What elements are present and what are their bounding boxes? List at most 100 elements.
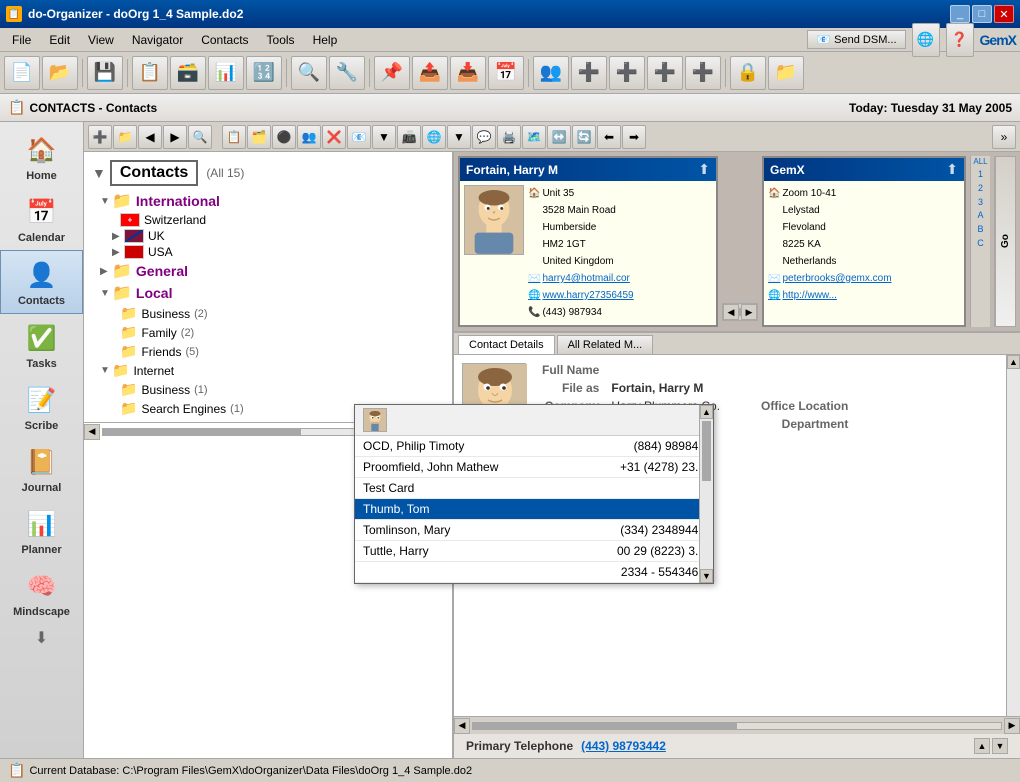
international-toggle[interactable]: ▼ xyxy=(100,196,112,207)
tree-switzerland[interactable]: + Switzerland xyxy=(84,212,452,228)
pin-button[interactable]: 📌 xyxy=(374,56,410,90)
internet-label[interactable]: Internet xyxy=(133,364,174,378)
menu-help[interactable]: Help xyxy=(305,31,346,49)
uk-toggle[interactable]: ▶ xyxy=(112,231,124,242)
stb-chat[interactable]: 💬 xyxy=(472,125,496,149)
menu-contacts[interactable]: Contacts xyxy=(193,31,256,49)
main-hscroll-left[interactable]: ◀ xyxy=(454,718,470,734)
add-contact-btn[interactable]: ➕ xyxy=(571,56,607,90)
internet-business-label[interactable]: Business xyxy=(141,383,190,397)
export-button[interactable]: 📤 xyxy=(412,56,448,90)
sidebar-item-home[interactable]: 🏠 Home xyxy=(0,126,83,188)
menu-edit[interactable]: Edit xyxy=(41,31,78,49)
import-button[interactable]: 📥 xyxy=(450,56,486,90)
menu-tools[interactable]: Tools xyxy=(259,31,303,49)
stb-dot[interactable]: ⚫ xyxy=(272,125,296,149)
alpha-3[interactable]: 3 xyxy=(971,196,990,210)
dropdown-row-test[interactable]: Test Card xyxy=(454,478,713,499)
harry-web-row[interactable]: 🌐 www.harry27356459 xyxy=(528,287,634,304)
family-label[interactable]: Family xyxy=(141,326,176,340)
sidebar-item-mindscape[interactable]: 🧠 Mindscape xyxy=(0,562,83,624)
stb-right-more[interactable]: » xyxy=(992,125,1016,149)
menu-file[interactable]: File xyxy=(4,31,39,49)
stb-refresh[interactable]: 🔄 xyxy=(572,125,596,149)
stb-prev[interactable]: ⬅ xyxy=(597,125,621,149)
dropdown-scroll-down[interactable]: ▼ xyxy=(700,569,713,583)
new-button[interactable]: 📄 xyxy=(4,56,40,90)
open-button[interactable]: 📂 xyxy=(42,56,78,90)
calculator-button[interactable]: 🔢 xyxy=(246,56,282,90)
sidebar-item-scribe[interactable]: 📝 Scribe xyxy=(0,376,83,438)
dropdown-row-tomlinson[interactable]: Tomlinson, Mary (334) 23489442 xyxy=(454,520,713,541)
main-hscroll-right[interactable]: ▶ xyxy=(1004,718,1020,734)
dropdown-row-tuttle[interactable]: Tuttle, Harry 00 29 (8223) 3... xyxy=(454,541,713,562)
nav-more[interactable]: ⬇ xyxy=(0,624,83,652)
search-engines-label[interactable]: Search Engines xyxy=(141,402,226,416)
stb-search[interactable]: 🔍 xyxy=(188,125,212,149)
stb-dropdown2[interactable]: ▼ xyxy=(447,125,471,149)
local-toggle[interactable]: ▼ xyxy=(100,288,112,299)
menu-view[interactable]: View xyxy=(80,31,122,49)
harry-email[interactable]: harry4@hotmail.cor xyxy=(542,270,629,287)
dropdown-row-ocd[interactable]: OCD, Philip Timoty (884) 989845 xyxy=(454,436,713,457)
sidebar-item-planner[interactable]: 📊 Planner xyxy=(0,500,83,562)
contacts-root-label[interactable]: Contacts xyxy=(110,160,198,186)
stb-back[interactable]: ◀ xyxy=(138,125,162,149)
tree-local-header[interactable]: ▼ 📁 Local xyxy=(84,282,452,304)
sidebar-item-tasks[interactable]: ✅ Tasks xyxy=(0,314,83,376)
tree-general-header[interactable]: ▶ 📁 General xyxy=(84,260,452,282)
calendar-btn[interactable]: 📅 xyxy=(488,56,524,90)
stb-view2[interactable]: 🗂️ xyxy=(247,125,271,149)
alpha-A[interactable]: A xyxy=(971,209,990,223)
stb-contacts2[interactable]: 👥 xyxy=(297,125,321,149)
sidebar-item-contacts[interactable]: 👤 Contacts xyxy=(0,250,83,314)
sidebar-item-journal[interactable]: 📔 Journal xyxy=(0,438,83,500)
contacts-btn2[interactable]: 👥 xyxy=(533,56,569,90)
add-btn2[interactable]: ➕ xyxy=(609,56,645,90)
stb-dropdown[interactable]: ▼ xyxy=(372,125,396,149)
general-toggle[interactable]: ▶ xyxy=(100,266,112,277)
sidebar-item-calendar[interactable]: 📅 Calendar xyxy=(0,188,83,250)
menu-navigator[interactable]: Navigator xyxy=(124,31,191,49)
alpha-B[interactable]: B xyxy=(971,223,990,237)
gemx-web-row[interactable]: 🌐 http://www... xyxy=(768,287,892,304)
card-nav-left[interactable]: ◀ xyxy=(723,304,739,320)
alpha-1[interactable]: 1 xyxy=(971,168,990,182)
tree-uk[interactable]: ▶ UK xyxy=(84,228,452,244)
card-nav-right[interactable]: ▶ xyxy=(741,304,757,320)
tab-contact-details[interactable]: Contact Details xyxy=(458,335,555,354)
harry-email-row[interactable]: ✉️ harry4@hotmail.cor xyxy=(528,270,634,287)
stb-contact-del[interactable]: ❌ xyxy=(322,125,346,149)
alpha-2[interactable]: 2 xyxy=(971,182,990,196)
dropdown-row-thumb[interactable]: Thumb, Tom xyxy=(454,499,713,520)
dropdown-scroll-up[interactable]: ▲ xyxy=(700,405,713,419)
tree-international-header[interactable]: ▼ 📁 International xyxy=(84,190,452,212)
maximize-button[interactable]: □ xyxy=(972,5,992,23)
save-button[interactable]: 💾 xyxy=(87,56,123,90)
tree-internet-business[interactable]: 📁 Business (1) xyxy=(84,380,452,399)
international-label[interactable]: International xyxy=(136,193,220,209)
minimize-button[interactable]: _ xyxy=(950,5,970,23)
gemx-web[interactable]: http://www... xyxy=(782,287,836,304)
alpha-C[interactable]: C xyxy=(971,237,990,251)
contacts-root-item[interactable]: ▼ Contacts (All 15) xyxy=(84,156,452,190)
view-cards-button[interactable]: 🗃️ xyxy=(170,56,206,90)
general-label[interactable]: General xyxy=(136,263,188,279)
business-label[interactable]: Business xyxy=(141,307,190,321)
stb-web[interactable]: 🌐 xyxy=(422,125,446,149)
folder-button[interactable]: 📁 xyxy=(768,56,804,90)
switzerland-label[interactable]: Switzerland xyxy=(144,213,206,227)
stb-next[interactable]: ➡ xyxy=(622,125,646,149)
stb-fax[interactable]: 📠 xyxy=(397,125,421,149)
harry-card-expand[interactable]: ⬆ xyxy=(698,161,710,178)
dropdown-row-last[interactable]: 2334 - 5543462 xyxy=(454,562,713,583)
tree-friends[interactable]: 📁 Friends (5) xyxy=(84,342,452,361)
stb-folder[interactable]: 📁 xyxy=(113,125,137,149)
view-list-button[interactable]: 📋 xyxy=(132,56,168,90)
uk-label[interactable]: UK xyxy=(148,229,165,243)
stb-email[interactable]: 📧 xyxy=(347,125,371,149)
tree-business[interactable]: 📁 Business (2) xyxy=(84,304,452,323)
stb-forward[interactable]: ▶ xyxy=(163,125,187,149)
usa-toggle[interactable]: ▶ xyxy=(112,247,124,258)
internet-toggle[interactable]: ▼ xyxy=(100,365,112,376)
